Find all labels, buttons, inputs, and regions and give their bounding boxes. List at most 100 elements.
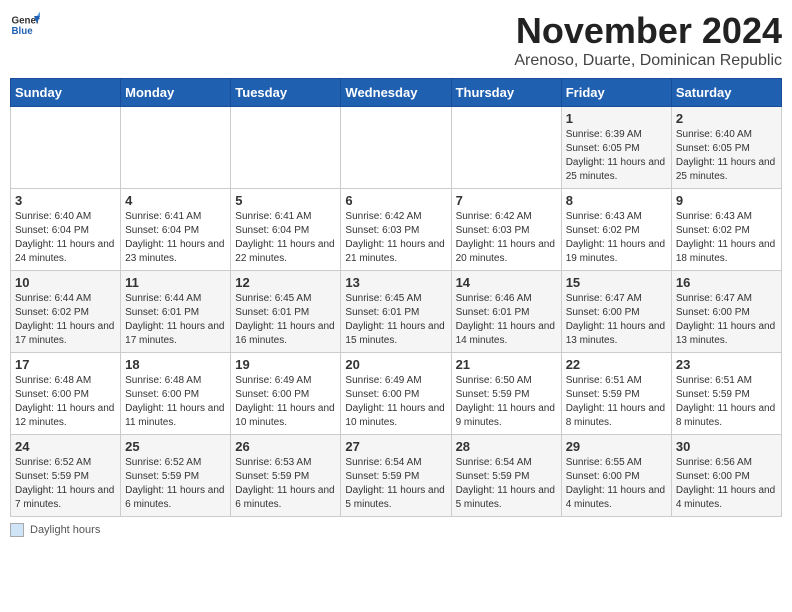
calendar-cell: 14 Sunrise: 6:46 AM Sunset: 6:01 PM Dayli… xyxy=(451,271,561,353)
calendar-cell: 17 Sunrise: 6:48 AM Sunset: 6:00 PM Dayli… xyxy=(11,353,121,435)
calendar-table: SundayMondayTuesdayWednesdayThursdayFrid… xyxy=(10,78,782,517)
title-area: November 2024 Arenoso, Duarte, Dominican… xyxy=(514,10,782,70)
day-info: Sunrise: 6:51 AM Sunset: 5:59 PM Dayligh… xyxy=(566,374,667,430)
day-number: 21 xyxy=(456,357,557,372)
calendar-cell: 9Sunrise: 6:43 AM Sunset: 6:02 PM Daylig… xyxy=(671,189,781,271)
day-info: Sunrise: 6:39 AM Sunset: 6:05 PM Dayligh… xyxy=(566,128,667,184)
day-number: 14 xyxy=(456,275,557,290)
logo-icon: General Blue xyxy=(10,10,40,40)
legend-box xyxy=(10,523,24,537)
subtitle: Arenoso, Duarte, Dominican Republic xyxy=(514,52,782,70)
day-number: 11 xyxy=(125,275,226,290)
day-info: Sunrise: 6:54 AM Sunset: 5:59 PM Dayligh… xyxy=(345,456,446,512)
day-number: 23 xyxy=(676,357,777,372)
day-number: 2 xyxy=(676,111,777,126)
day-number: 22 xyxy=(566,357,667,372)
day-info: Sunrise: 6:53 AM Sunset: 5:59 PM Dayligh… xyxy=(235,456,336,512)
day-info: Sunrise: 6:45 AM Sunset: 6:01 PM Dayligh… xyxy=(235,292,336,348)
header: General Blue November 2024 Arenoso, Duar… xyxy=(10,10,782,70)
day-number: 10 xyxy=(15,275,116,290)
calendar-cell xyxy=(451,107,561,189)
day-info: Sunrise: 6:41 AM Sunset: 6:04 PM Dayligh… xyxy=(125,210,226,266)
day-info: Sunrise: 6:48 AM Sunset: 6:00 PM Dayligh… xyxy=(125,374,226,430)
calendar-cell: 6 Sunrise: 6:42 AM Sunset: 6:03 PM Daylig… xyxy=(341,189,451,271)
calendar-cell: 10Sunrise: 6:44 AM Sunset: 6:02 PM Dayli… xyxy=(11,271,121,353)
day-info: Sunrise: 6:50 AM Sunset: 5:59 PM Dayligh… xyxy=(456,374,557,430)
day-info: Sunrise: 6:40 AM Sunset: 6:04 PM Dayligh… xyxy=(15,210,116,266)
day-number: 28 xyxy=(456,439,557,454)
calendar-cell: 12 Sunrise: 6:45 AM Sunset: 6:01 PM Dayli… xyxy=(231,271,341,353)
calendar-cell: 26 Sunrise: 6:53 AM Sunset: 5:59 PM Dayli… xyxy=(231,435,341,517)
calendar-week-row: 3 Sunrise: 6:40 AM Sunset: 6:04 PM Daylig… xyxy=(11,189,782,271)
day-info: Sunrise: 6:48 AM Sunset: 6:00 PM Dayligh… xyxy=(15,374,116,430)
legend-label: Daylight hours xyxy=(30,524,100,536)
calendar-cell: 8 Sunrise: 6:43 AM Sunset: 6:02 PM Daylig… xyxy=(561,189,671,271)
calendar-cell xyxy=(11,107,121,189)
day-info: Sunrise: 6:51 AM Sunset: 5:59 PM Dayligh… xyxy=(676,374,777,430)
calendar-cell xyxy=(121,107,231,189)
day-number: 8 xyxy=(566,193,667,208)
day-info: Sunrise: 6:55 AM Sunset: 6:00 PM Dayligh… xyxy=(566,456,667,512)
day-info: Sunrise: 6:42 AM Sunset: 6:03 PM Dayligh… xyxy=(456,210,557,266)
calendar-cell xyxy=(231,107,341,189)
logo: General Blue xyxy=(10,10,40,40)
calendar-cell: 23 Sunrise: 6:51 AM Sunset: 5:59 PM Dayli… xyxy=(671,353,781,435)
calendar-cell: 13 Sunrise: 6:45 AM Sunset: 6:01 PM Dayli… xyxy=(341,271,451,353)
day-number: 29 xyxy=(566,439,667,454)
day-info: Sunrise: 6:52 AM Sunset: 5:59 PM Dayligh… xyxy=(125,456,226,512)
calendar-cell: 3 Sunrise: 6:40 AM Sunset: 6:04 PM Daylig… xyxy=(11,189,121,271)
day-number: 25 xyxy=(125,439,226,454)
day-info: Sunrise: 6:43 AM Sunset: 6:02 PM Dayligh… xyxy=(566,210,667,266)
calendar-cell: 21 Sunrise: 6:50 AM Sunset: 5:59 PM Dayli… xyxy=(451,353,561,435)
calendar-cell: 20Sunrise: 6:49 AM Sunset: 6:00 PM Dayli… xyxy=(341,353,451,435)
day-header: Tuesday xyxy=(231,79,341,107)
calendar-cell xyxy=(341,107,451,189)
day-info: Sunrise: 6:45 AM Sunset: 6:01 PM Dayligh… xyxy=(345,292,446,348)
svg-text:Blue: Blue xyxy=(12,26,34,37)
day-info: Sunrise: 6:52 AM Sunset: 5:59 PM Dayligh… xyxy=(15,456,116,512)
day-header: Sunday xyxy=(11,79,121,107)
calendar-week-row: 1 Sunrise: 6:39 AM Sunset: 6:05 PM Daylig… xyxy=(11,107,782,189)
calendar-cell: 1 Sunrise: 6:39 AM Sunset: 6:05 PM Daylig… xyxy=(561,107,671,189)
day-number: 30 xyxy=(676,439,777,454)
day-number: 9 xyxy=(676,193,777,208)
day-info: Sunrise: 6:40 AM Sunset: 6:05 PM Dayligh… xyxy=(676,128,777,184)
calendar-week-row: 24 Sunrise: 6:52 AM Sunset: 5:59 PM Dayli… xyxy=(11,435,782,517)
day-header: Thursday xyxy=(451,79,561,107)
day-number: 17 xyxy=(15,357,116,372)
calendar-cell: 7 Sunrise: 6:42 AM Sunset: 6:03 PM Daylig… xyxy=(451,189,561,271)
calendar-cell: 30Sunrise: 6:56 AM Sunset: 6:00 PM Dayli… xyxy=(671,435,781,517)
day-header: Monday xyxy=(121,79,231,107)
day-number: 1 xyxy=(566,111,667,126)
day-number: 7 xyxy=(456,193,557,208)
calendar-cell: 22 Sunrise: 6:51 AM Sunset: 5:59 PM Dayli… xyxy=(561,353,671,435)
day-number: 6 xyxy=(345,193,446,208)
calendar-cell: 5 Sunrise: 6:41 AM Sunset: 6:04 PM Daylig… xyxy=(231,189,341,271)
day-info: Sunrise: 6:54 AM Sunset: 5:59 PM Dayligh… xyxy=(456,456,557,512)
day-number: 15 xyxy=(566,275,667,290)
day-header: Wednesday xyxy=(341,79,451,107)
calendar-cell: 29 Sunrise: 6:55 AM Sunset: 6:00 PM Dayli… xyxy=(561,435,671,517)
day-info: Sunrise: 6:44 AM Sunset: 6:01 PM Dayligh… xyxy=(125,292,226,348)
day-number: 12 xyxy=(235,275,336,290)
day-info: Sunrise: 6:42 AM Sunset: 6:03 PM Dayligh… xyxy=(345,210,446,266)
calendar-cell: 11 Sunrise: 6:44 AM Sunset: 6:01 PM Dayli… xyxy=(121,271,231,353)
day-number: 13 xyxy=(345,275,446,290)
calendar-cell: 19Sunrise: 6:49 AM Sunset: 6:00 PM Dayli… xyxy=(231,353,341,435)
legend: Daylight hours xyxy=(10,523,782,537)
day-info: Sunrise: 6:41 AM Sunset: 6:04 PM Dayligh… xyxy=(235,210,336,266)
day-info: Sunrise: 6:49 AM Sunset: 6:00 PM Dayligh… xyxy=(235,374,336,430)
calendar-cell: 16Sunrise: 6:47 AM Sunset: 6:00 PM Dayli… xyxy=(671,271,781,353)
day-number: 26 xyxy=(235,439,336,454)
calendar-body: 1 Sunrise: 6:39 AM Sunset: 6:05 PM Daylig… xyxy=(11,107,782,517)
calendar-week-row: 10Sunrise: 6:44 AM Sunset: 6:02 PM Dayli… xyxy=(11,271,782,353)
day-number: 3 xyxy=(15,193,116,208)
day-info: Sunrise: 6:47 AM Sunset: 6:00 PM Dayligh… xyxy=(676,292,777,348)
day-number: 5 xyxy=(235,193,336,208)
day-number: 24 xyxy=(15,439,116,454)
day-header: Friday xyxy=(561,79,671,107)
calendar-cell: 15 Sunrise: 6:47 AM Sunset: 6:00 PM Dayli… xyxy=(561,271,671,353)
day-info: Sunrise: 6:47 AM Sunset: 6:00 PM Dayligh… xyxy=(566,292,667,348)
day-info: Sunrise: 6:46 AM Sunset: 6:01 PM Dayligh… xyxy=(456,292,557,348)
calendar-cell: 2 Sunrise: 6:40 AM Sunset: 6:05 PM Daylig… xyxy=(671,107,781,189)
